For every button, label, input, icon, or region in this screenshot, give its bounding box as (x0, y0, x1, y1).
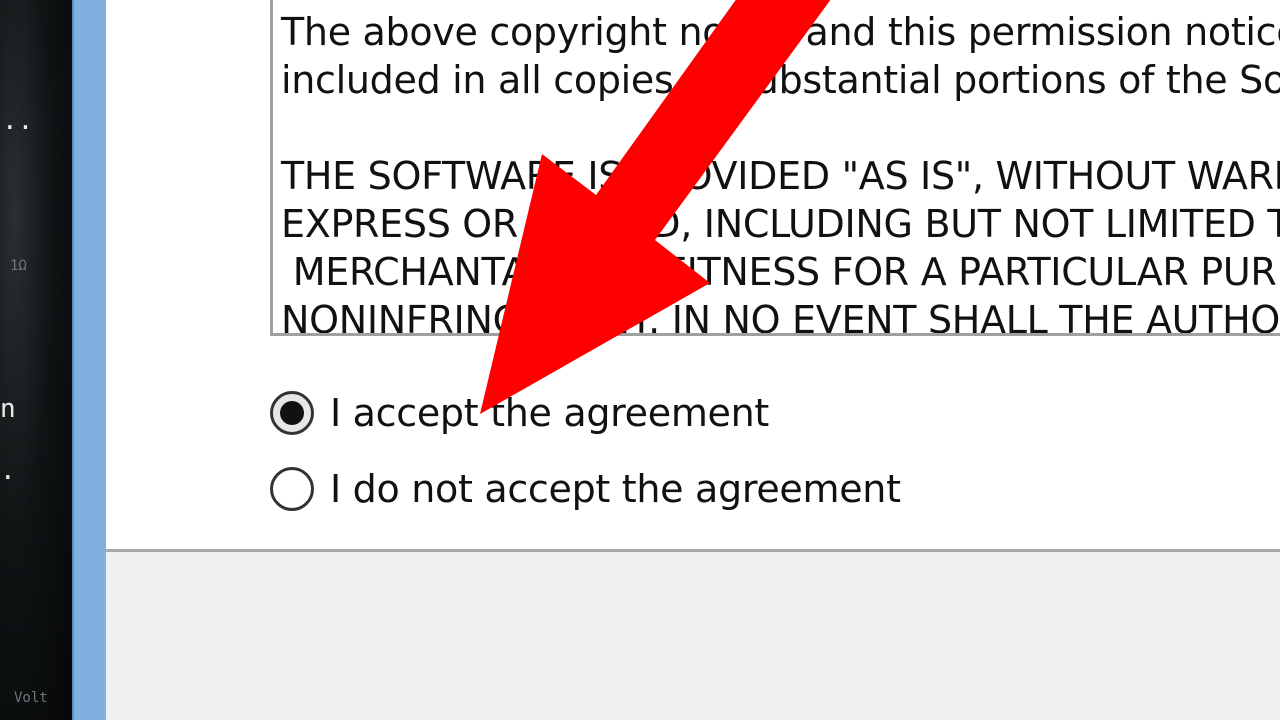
radio-button-unchecked[interactable] (270, 467, 314, 511)
window-frame-border (72, 0, 106, 720)
wizard-footer (106, 552, 1280, 720)
license-line: THE SOFTWARE IS PROVIDED "AS IS", WITHOU… (281, 154, 1280, 198)
desktop-text-fragment: .. (2, 106, 34, 136)
license-line (281, 104, 1280, 152)
radio-button-checked[interactable] (270, 391, 314, 435)
decline-agreement-radio[interactable]: I do not accept the agreement (270, 464, 901, 514)
radio-selected-dot (280, 401, 304, 425)
desktop-text-fragment: . (0, 456, 16, 486)
accept-agreement-label[interactable]: I accept the agreement (330, 391, 769, 435)
desktop-text-fragment: n (0, 394, 16, 424)
license-text-memo[interactable]: The above copyright notice and this perm… (270, 0, 1280, 336)
desktop-background: .. 1Ω n . Volt (0, 0, 72, 720)
accept-agreement-radio[interactable]: I accept the agreement (270, 388, 769, 438)
license-line: The above copyright notice and this perm… (281, 10, 1280, 54)
license-line: MERCHANTABILITY, FITNESS FOR A PARTICULA… (292, 250, 1280, 294)
desktop-faint-text: 1Ω (10, 258, 27, 274)
license-line: EXPRESS OR IMPLIED, INCLUDING BUT NOT LI… (281, 202, 1280, 246)
license-line: included in all copies or substantial po… (281, 58, 1280, 102)
decline-agreement-label[interactable]: I do not accept the agreement (330, 467, 901, 511)
desktop-faint-text: Volt (14, 690, 48, 706)
license-line: NONINFRINGEMENT. IN NO EVENT SHALL THE A… (281, 298, 1280, 336)
installer-screenshot: .. 1Ω n . Volt The above copyright notic… (0, 0, 1280, 720)
license-text: The above copyright notice and this perm… (281, 8, 1280, 336)
